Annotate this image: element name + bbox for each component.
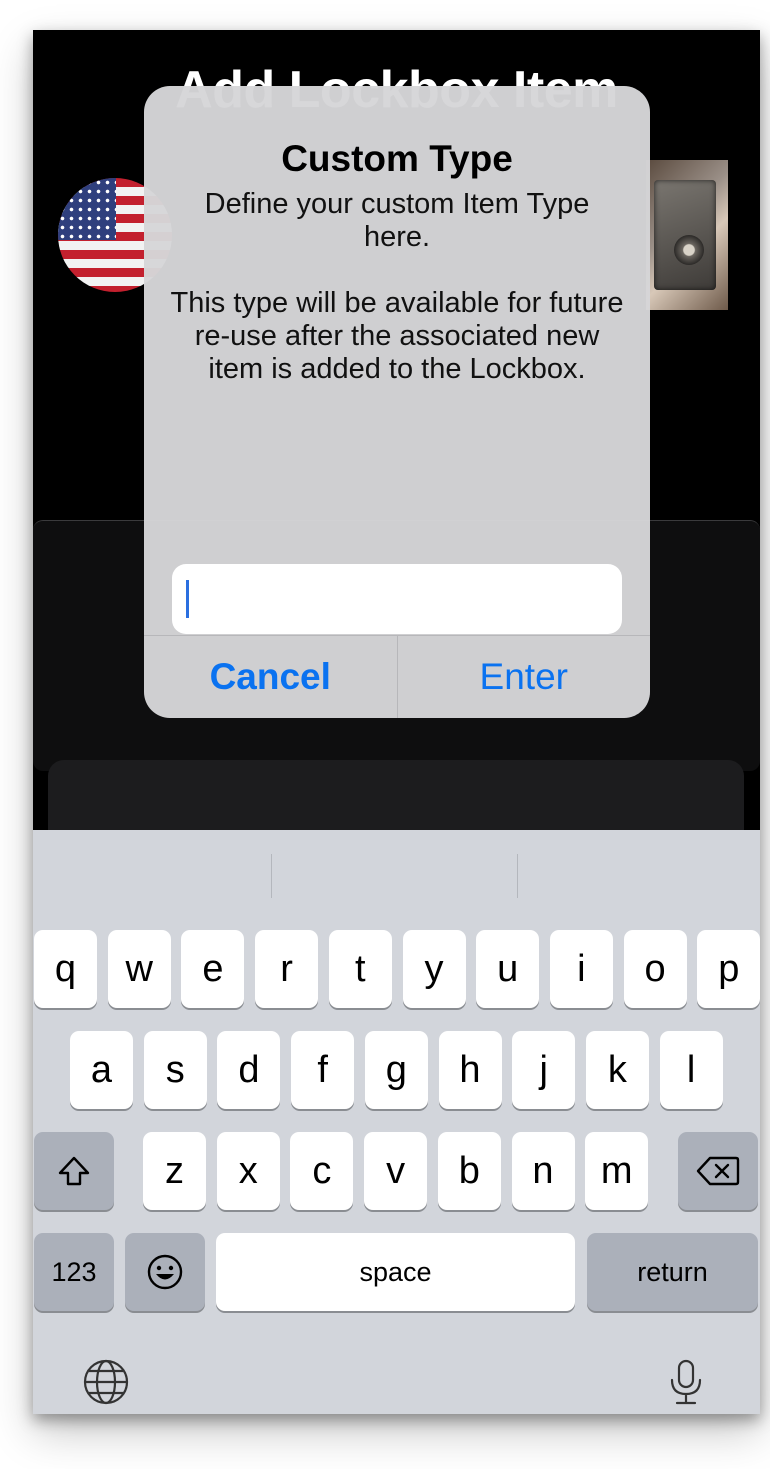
key-c[interactable]: c <box>290 1132 354 1210</box>
delete-key[interactable] <box>678 1132 758 1210</box>
key-i[interactable]: i <box>549 930 613 1008</box>
predictive-bar[interactable] <box>33 830 760 928</box>
key-k[interactable]: k <box>585 1031 649 1109</box>
key-j[interactable]: j <box>512 1031 576 1109</box>
key-w[interactable]: w <box>107 930 171 1008</box>
key-x[interactable]: x <box>216 1132 280 1210</box>
phone-screen: Add Lockbox Item Custom Type Define your… <box>33 30 760 1414</box>
numbers-key[interactable]: 123 <box>34 1233 114 1311</box>
key-t[interactable]: t <box>328 930 392 1008</box>
key-o[interactable]: o <box>623 930 687 1008</box>
key-n[interactable]: n <box>511 1132 575 1210</box>
key-a[interactable]: a <box>70 1031 133 1109</box>
shift-icon <box>58 1156 90 1186</box>
predictive-separator <box>271 854 272 898</box>
key-m[interactable]: m <box>585 1132 649 1210</box>
custom-type-input[interactable] <box>172 564 622 634</box>
key-y[interactable]: y <box>402 930 466 1008</box>
key-e[interactable]: e <box>181 930 245 1008</box>
key-b[interactable]: b <box>437 1132 501 1210</box>
key-f[interactable]: f <box>291 1031 355 1109</box>
key-q[interactable]: q <box>34 930 97 1008</box>
alert-message: Define your custom Item Type here. This … <box>170 188 624 385</box>
key-u[interactable]: u <box>476 930 540 1008</box>
key-v[interactable]: v <box>364 1132 428 1210</box>
key-d[interactable]: d <box>217 1031 281 1109</box>
text-caret <box>186 580 189 618</box>
key-g[interactable]: g <box>364 1031 428 1109</box>
key-p[interactable]: p <box>697 930 760 1008</box>
key-l[interactable]: l <box>659 1031 723 1109</box>
key-r[interactable]: r <box>255 930 319 1008</box>
key-s[interactable]: s <box>143 1031 207 1109</box>
cancel-button[interactable]: Cancel <box>144 636 397 718</box>
key-z[interactable]: z <box>143 1132 206 1210</box>
keyboard: qwertyuiop asdfghjkl zxcvbnm 123 space ret… <box>33 830 760 1414</box>
alert-button-row: Cancel Enter <box>144 635 650 718</box>
globe-icon[interactable] <box>81 1357 131 1407</box>
predictive-separator <box>517 854 518 898</box>
microphone-icon[interactable] <box>661 1357 711 1407</box>
return-key[interactable]: return <box>587 1233 758 1311</box>
alert-title: Custom Type <box>281 138 513 179</box>
emoji-icon <box>147 1254 183 1290</box>
key-h[interactable]: h <box>438 1031 502 1109</box>
enter-button[interactable]: Enter <box>396 636 651 718</box>
space-key[interactable]: space <box>216 1233 575 1311</box>
shift-key[interactable] <box>34 1132 114 1210</box>
custom-type-alert: Custom Type Define your custom Item Type… <box>144 86 650 718</box>
delete-icon <box>696 1156 740 1186</box>
emoji-key[interactable] <box>125 1233 205 1311</box>
lockbox-image[interactable] <box>646 160 728 310</box>
